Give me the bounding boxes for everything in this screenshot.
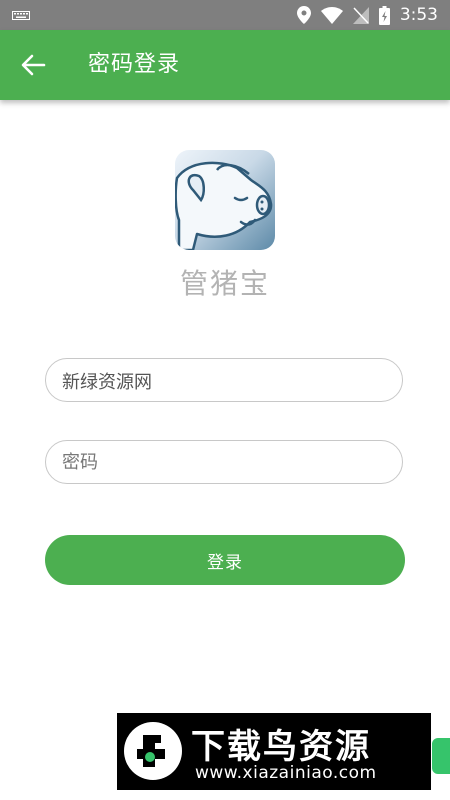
- watermark-banner: 下载鸟资源 www.xiazainiao.com: [117, 713, 431, 790]
- login-button[interactable]: 登录: [45, 535, 405, 585]
- watermark-title: 下载鸟资源: [191, 727, 371, 767]
- status-time: 3:53: [399, 5, 438, 25]
- password-field: [45, 440, 403, 484]
- bird-logo-icon: [124, 722, 182, 780]
- username-input[interactable]: [60, 359, 384, 402]
- wifi-icon: [320, 6, 343, 24]
- app-name: 管猪宝: [179, 267, 270, 300]
- battery-icon: [378, 5, 390, 25]
- no-sim-icon: [352, 6, 369, 24]
- app-bar: 密码登录: [0, 30, 450, 100]
- page-title: 密码登录: [88, 52, 181, 77]
- side-tab: [432, 738, 450, 774]
- app-logo: [175, 150, 275, 250]
- password-input[interactable]: [60, 441, 384, 484]
- status-bar: 3:53: [0, 0, 450, 30]
- location-icon: [296, 6, 311, 24]
- username-field: [45, 358, 403, 402]
- watermark-url: www.xiazainiao.com: [195, 763, 377, 783]
- pig-icon: [175, 161, 273, 250]
- keyboard-icon: [12, 11, 30, 20]
- arrow-left-icon[interactable]: [20, 53, 46, 77]
